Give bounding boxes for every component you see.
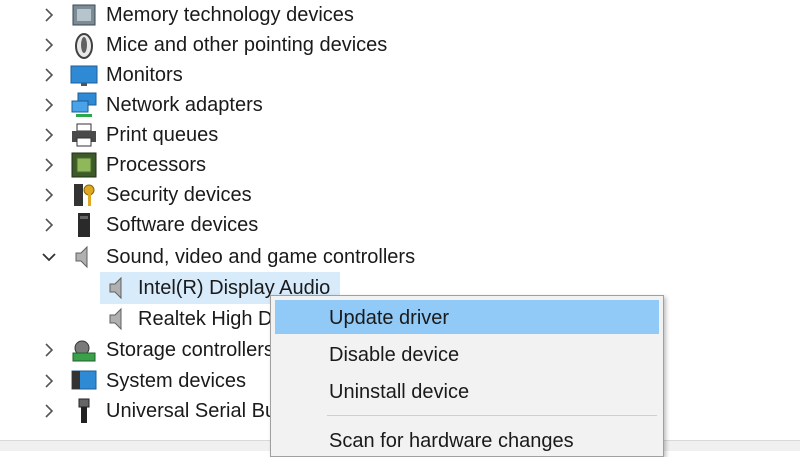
tree-item-label: System devices — [106, 370, 247, 392]
tree-item-label: Print queues — [106, 124, 219, 146]
tree-item-mice[interactable]: Mice and other pointing devices — [0, 30, 800, 60]
menu-item-uninstall-device[interactable]: Uninstall device — [275, 374, 659, 408]
chevron-right-icon[interactable] — [40, 372, 58, 390]
chevron-right-icon[interactable] — [40, 186, 58, 204]
chevron-right-icon[interactable] — [40, 216, 58, 234]
tree-item-label: Mice and other pointing devices — [106, 34, 388, 56]
chevron-right-icon[interactable] — [40, 126, 58, 144]
tree-item-label: Monitors — [106, 64, 183, 86]
tree-item-software-devices[interactable]: Software devices — [0, 210, 800, 240]
monitor-icon — [70, 61, 98, 89]
chevron-right-icon[interactable] — [40, 6, 58, 24]
tree-item-monitors[interactable]: Monitors — [0, 60, 800, 90]
menu-item-label: Update driver — [329, 307, 450, 329]
mouse-icon — [70, 31, 98, 59]
chevron-down-icon[interactable] — [40, 248, 58, 266]
security-key-icon — [70, 181, 98, 209]
printer-icon — [70, 121, 98, 149]
chevron-right-icon[interactable] — [40, 402, 58, 420]
tree-item-label: Storage controllers — [106, 339, 274, 361]
chevron-right-icon[interactable] — [40, 341, 58, 359]
tree-item-memory-technology-devices[interactable]: Memory technology devices — [0, 0, 800, 30]
tree-item-security-devices[interactable]: Security devices — [0, 180, 800, 210]
tree-item-label: Universal Serial Bu — [106, 400, 277, 422]
tree-item-sound-video-game-controllers[interactable]: Sound, video and game controllers — [0, 242, 800, 272]
context-menu: Update driver Disable device Uninstall d… — [270, 295, 664, 457]
tree-item-network-adapters[interactable]: Network adapters — [0, 90, 800, 120]
tree-item-label: Realtek High D — [138, 308, 273, 330]
chevron-right-icon[interactable] — [40, 96, 58, 114]
tree-item-label: Memory technology devices — [106, 4, 354, 26]
storage-icon — [70, 336, 98, 364]
memory-chip-icon — [70, 1, 98, 29]
network-icon — [70, 91, 98, 119]
chevron-right-icon[interactable] — [40, 156, 58, 174]
tree-item-print-queues[interactable]: Print queues — [0, 120, 800, 150]
speaker-icon — [104, 274, 132, 302]
software-device-icon — [70, 211, 98, 239]
speaker-icon — [104, 305, 132, 333]
chevron-right-icon[interactable] — [40, 36, 58, 54]
usb-icon — [70, 397, 98, 425]
tree-item-label: Software devices — [106, 214, 259, 236]
speaker-icon — [70, 243, 98, 271]
menu-item-update-driver[interactable]: Update driver — [275, 300, 659, 334]
menu-item-scan-hardware-changes[interactable]: Scan for hardware changes — [275, 423, 659, 457]
processor-icon — [70, 151, 98, 179]
menu-item-disable-device[interactable]: Disable device — [275, 337, 659, 371]
menu-item-label: Uninstall device — [329, 381, 470, 403]
chevron-right-icon[interactable] — [40, 66, 58, 84]
tree-item-processors[interactable]: Processors — [0, 150, 800, 180]
tree-item-label: Security devices — [106, 184, 252, 206]
tree-item-label: Network adapters — [106, 94, 263, 116]
menu-item-label: Scan for hardware changes — [329, 430, 574, 452]
menu-item-label: Disable device — [329, 344, 460, 366]
tree-item-label: Processors — [106, 154, 207, 176]
tree-item-label: Sound, video and game controllers — [106, 246, 416, 268]
system-icon — [70, 367, 98, 395]
menu-separator — [327, 415, 657, 416]
